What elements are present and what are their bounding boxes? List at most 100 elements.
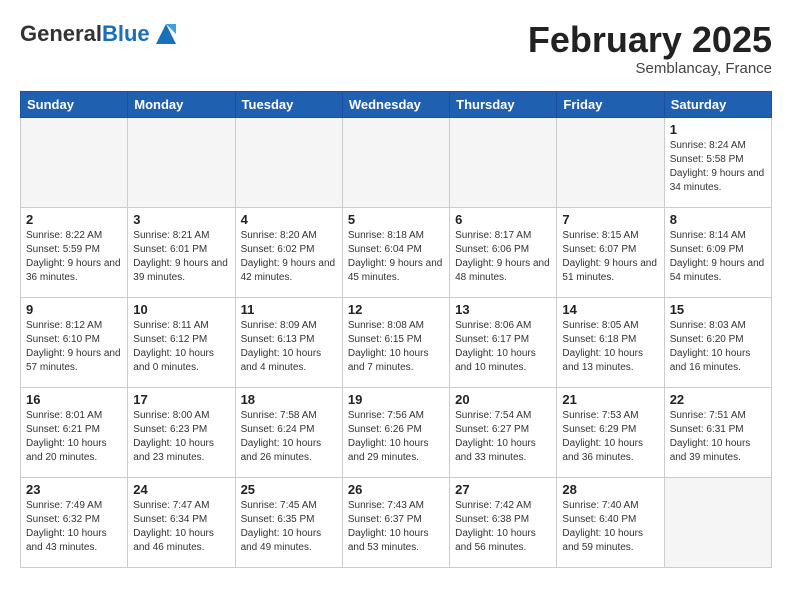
week-row-2: 2 Sunrise: 8:22 AM Sunset: 5:59 PM Daylig… bbox=[21, 207, 772, 297]
header: GeneralBlue February 2025 Semblancay, Fr… bbox=[20, 20, 772, 77]
day-number: 18 bbox=[241, 392, 337, 407]
calendar-cell-w3-d2: 10 Sunrise: 8:11 AM Sunset: 6:12 PM Dayli… bbox=[128, 297, 235, 387]
day-number: 14 bbox=[562, 302, 658, 317]
day-number: 9 bbox=[26, 302, 122, 317]
calendar-header-row: Sunday Monday Tuesday Wednesday Thursday… bbox=[21, 91, 772, 117]
calendar-table: Sunday Monday Tuesday Wednesday Thursday… bbox=[20, 91, 772, 568]
day-number: 11 bbox=[241, 302, 337, 317]
week-row-5: 23Sunrise: 7:49 AM Sunset: 6:32 PM Dayli… bbox=[21, 477, 772, 567]
calendar-title: February 2025 bbox=[528, 20, 772, 60]
calendar-cell-w5-d6: 28 Sunrise: 7:40 AM Sunset: 6:40 PM Dayli… bbox=[557, 477, 664, 567]
calendar-cell-w2-d7: 8 Sunrise: 8:14 AM Sunset: 6:09 PM Daylig… bbox=[664, 207, 771, 297]
calendar-body: 1 Sunrise: 8:24 AM Sunset: 5:58 PM Daylig… bbox=[21, 117, 772, 567]
day-number: 12 bbox=[348, 302, 444, 317]
calendar-cell-w2-d3: 4 Sunrise: 8:20 AM Sunset: 6:02 PM Daylig… bbox=[235, 207, 342, 297]
calendar-cell-w3-d6: 14 Sunrise: 8:05 AM Sunset: 6:18 PM Dayli… bbox=[557, 297, 664, 387]
calendar-cell-w3-d5: 13 Sunrise: 8:06 AM Sunset: 6:17 PM Dayli… bbox=[450, 297, 557, 387]
col-wednesday: Wednesday bbox=[342, 91, 449, 117]
logo-general-text: General bbox=[20, 21, 102, 46]
day-info: Sunrise: 7:56 AM Sunset: 6:26 PM Dayligh… bbox=[348, 409, 444, 465]
day-number: 2 bbox=[26, 212, 122, 227]
calendar-cell-w5-d3: 25 Sunrise: 7:45 AM Sunset: 6:35 PM Dayli… bbox=[235, 477, 342, 567]
day-info: Sunrise: 8:05 AM Sunset: 6:18 PM Dayligh… bbox=[562, 319, 658, 375]
day-info: Sunrise: 8:24 AM Sunset: 5:58 PM Dayligh… bbox=[670, 139, 766, 195]
col-monday: Monday bbox=[128, 91, 235, 117]
logo-icon bbox=[152, 20, 180, 48]
day-info: Sunrise: 7:40 AM Sunset: 6:40 PM Dayligh… bbox=[562, 499, 658, 555]
calendar-cell-w1-d6 bbox=[557, 117, 664, 207]
day-number: 28 bbox=[562, 482, 658, 497]
day-info: Sunrise: 8:22 AM Sunset: 5:59 PM Dayligh… bbox=[26, 229, 122, 285]
title-block: February 2025 Semblancay, France bbox=[528, 20, 772, 77]
day-number: 6 bbox=[455, 212, 551, 227]
day-info: Sunrise: 7:43 AM Sunset: 6:37 PM Dayligh… bbox=[348, 499, 444, 555]
day-number: 22 bbox=[670, 392, 766, 407]
calendar-cell-w2-d5: 6 Sunrise: 8:17 AM Sunset: 6:06 PM Daylig… bbox=[450, 207, 557, 297]
calendar-cell-w1-d3 bbox=[235, 117, 342, 207]
calendar-cell-w5-d4: 26 Sunrise: 7:43 AM Sunset: 6:37 PM Dayli… bbox=[342, 477, 449, 567]
day-info: Sunrise: 7:49 AM Sunset: 6:32 PM Dayligh… bbox=[26, 499, 122, 555]
calendar-cell-w4-d3: 18Sunrise: 7:58 AM Sunset: 6:24 PM Dayli… bbox=[235, 387, 342, 477]
day-number: 10 bbox=[133, 302, 229, 317]
calendar-cell-w1-d7: 1 Sunrise: 8:24 AM Sunset: 5:58 PM Daylig… bbox=[664, 117, 771, 207]
day-number: 16 bbox=[26, 392, 122, 407]
day-info: Sunrise: 8:12 AM Sunset: 6:10 PM Dayligh… bbox=[26, 319, 122, 375]
calendar-cell-w3-d1: 9 Sunrise: 8:12 AM Sunset: 6:10 PM Daylig… bbox=[21, 297, 128, 387]
day-info: Sunrise: 7:42 AM Sunset: 6:38 PM Dayligh… bbox=[455, 499, 551, 555]
day-info: Sunrise: 8:14 AM Sunset: 6:09 PM Dayligh… bbox=[670, 229, 766, 285]
day-info: Sunrise: 8:21 AM Sunset: 6:01 PM Dayligh… bbox=[133, 229, 229, 285]
day-info: Sunrise: 7:53 AM Sunset: 6:29 PM Dayligh… bbox=[562, 409, 658, 465]
day-info: Sunrise: 8:00 AM Sunset: 6:23 PM Dayligh… bbox=[133, 409, 229, 465]
day-number: 19 bbox=[348, 392, 444, 407]
col-sunday: Sunday bbox=[21, 91, 128, 117]
calendar-cell-w4-d5: 20Sunrise: 7:54 AM Sunset: 6:27 PM Dayli… bbox=[450, 387, 557, 477]
day-number: 1 bbox=[670, 122, 766, 137]
day-info: Sunrise: 7:51 AM Sunset: 6:31 PM Dayligh… bbox=[670, 409, 766, 465]
day-number: 8 bbox=[670, 212, 766, 227]
week-row-1: 1 Sunrise: 8:24 AM Sunset: 5:58 PM Daylig… bbox=[21, 117, 772, 207]
day-number: 3 bbox=[133, 212, 229, 227]
day-info: Sunrise: 7:54 AM Sunset: 6:27 PM Dayligh… bbox=[455, 409, 551, 465]
day-info: Sunrise: 8:20 AM Sunset: 6:02 PM Dayligh… bbox=[241, 229, 337, 285]
day-number: 13 bbox=[455, 302, 551, 317]
col-saturday: Saturday bbox=[664, 91, 771, 117]
calendar-cell-w5-d7 bbox=[664, 477, 771, 567]
day-info: Sunrise: 8:17 AM Sunset: 6:06 PM Dayligh… bbox=[455, 229, 551, 285]
calendar-cell-w2-d6: 7 Sunrise: 8:15 AM Sunset: 6:07 PM Daylig… bbox=[557, 207, 664, 297]
calendar-cell-w4-d1: 16 Sunrise: 8:01 AM Sunset: 6:21 PM Dayli… bbox=[21, 387, 128, 477]
logo: GeneralBlue bbox=[20, 20, 180, 48]
logo-blue-text: Blue bbox=[102, 21, 150, 46]
day-info: Sunrise: 8:06 AM Sunset: 6:17 PM Dayligh… bbox=[455, 319, 551, 375]
day-info: Sunrise: 8:18 AM Sunset: 6:04 PM Dayligh… bbox=[348, 229, 444, 285]
day-info: Sunrise: 8:11 AM Sunset: 6:12 PM Dayligh… bbox=[133, 319, 229, 375]
week-row-3: 9 Sunrise: 8:12 AM Sunset: 6:10 PM Daylig… bbox=[21, 297, 772, 387]
day-number: 15 bbox=[670, 302, 766, 317]
col-friday: Friday bbox=[557, 91, 664, 117]
calendar-cell-w4-d2: 17Sunrise: 8:00 AM Sunset: 6:23 PM Dayli… bbox=[128, 387, 235, 477]
calendar-cell-w2-d4: 5 Sunrise: 8:18 AM Sunset: 6:04 PM Daylig… bbox=[342, 207, 449, 297]
col-thursday: Thursday bbox=[450, 91, 557, 117]
calendar-cell-w1-d4 bbox=[342, 117, 449, 207]
calendar-subtitle: Semblancay, France bbox=[528, 60, 772, 77]
calendar-cell-w1-d1 bbox=[21, 117, 128, 207]
day-info: Sunrise: 7:47 AM Sunset: 6:34 PM Dayligh… bbox=[133, 499, 229, 555]
day-number: 25 bbox=[241, 482, 337, 497]
day-number: 4 bbox=[241, 212, 337, 227]
day-info: Sunrise: 8:01 AM Sunset: 6:21 PM Dayligh… bbox=[26, 409, 122, 465]
calendar-cell-w1-d2 bbox=[128, 117, 235, 207]
calendar-cell-w3-d4: 12Sunrise: 8:08 AM Sunset: 6:15 PM Dayli… bbox=[342, 297, 449, 387]
calendar-cell-w4-d7: 22 Sunrise: 7:51 AM Sunset: 6:31 PM Dayli… bbox=[664, 387, 771, 477]
calendar-cell-w4-d4: 19 Sunrise: 7:56 AM Sunset: 6:26 PM Dayli… bbox=[342, 387, 449, 477]
calendar-cell-w1-d5 bbox=[450, 117, 557, 207]
day-number: 26 bbox=[348, 482, 444, 497]
day-number: 5 bbox=[348, 212, 444, 227]
day-number: 7 bbox=[562, 212, 658, 227]
day-info: Sunrise: 8:09 AM Sunset: 6:13 PM Dayligh… bbox=[241, 319, 337, 375]
calendar-cell-w4-d6: 21Sunrise: 7:53 AM Sunset: 6:29 PM Dayli… bbox=[557, 387, 664, 477]
day-info: Sunrise: 7:45 AM Sunset: 6:35 PM Dayligh… bbox=[241, 499, 337, 555]
calendar-cell-w5-d2: 24Sunrise: 7:47 AM Sunset: 6:34 PM Dayli… bbox=[128, 477, 235, 567]
day-info: Sunrise: 8:15 AM Sunset: 6:07 PM Dayligh… bbox=[562, 229, 658, 285]
calendar-cell-w3-d3: 11 Sunrise: 8:09 AM Sunset: 6:13 PM Dayli… bbox=[235, 297, 342, 387]
page: GeneralBlue February 2025 Semblancay, Fr… bbox=[0, 0, 792, 578]
day-info: Sunrise: 8:03 AM Sunset: 6:20 PM Dayligh… bbox=[670, 319, 766, 375]
